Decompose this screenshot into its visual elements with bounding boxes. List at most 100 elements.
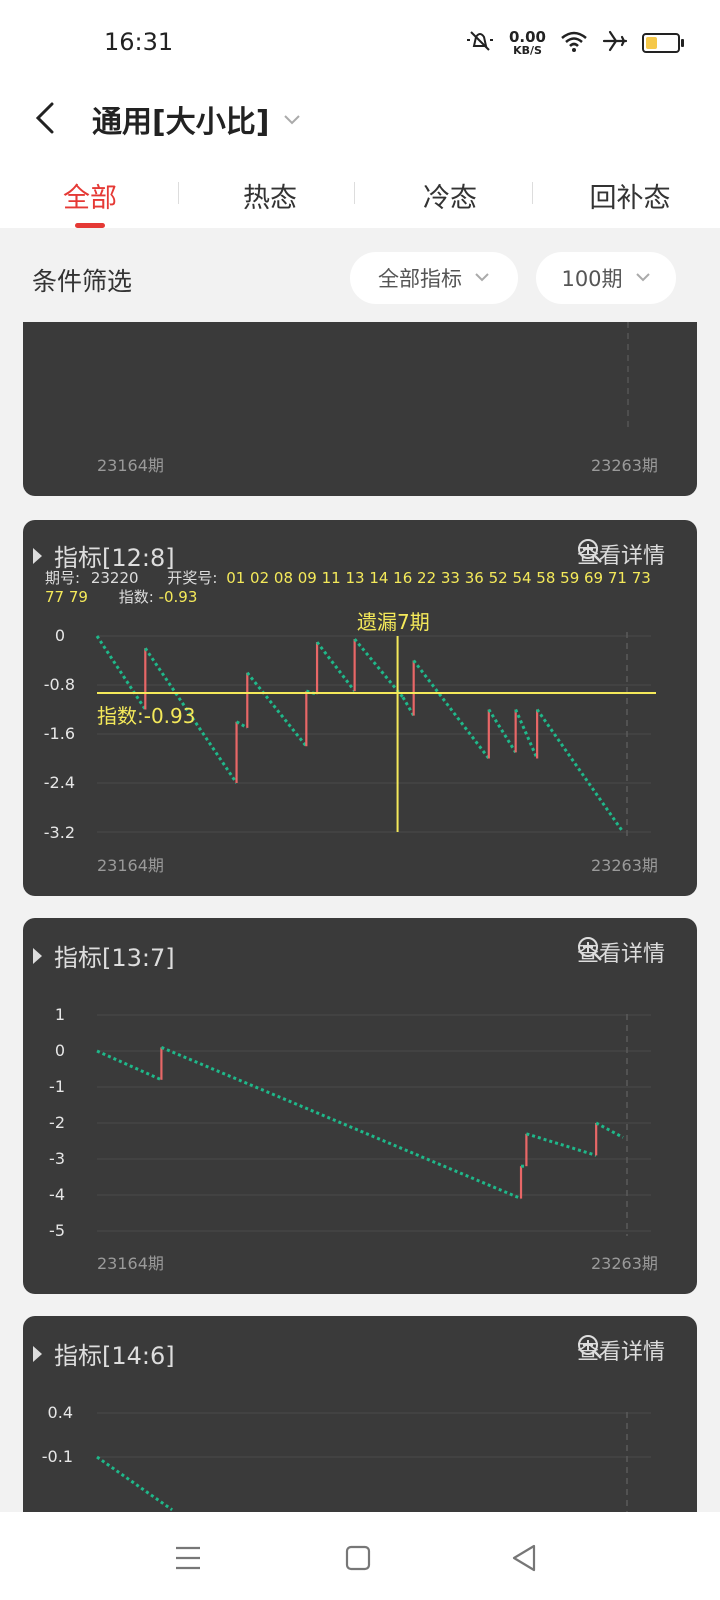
y-tick-label: -4: [49, 1185, 65, 1204]
status-time: 16:31: [104, 28, 174, 56]
net-speed-value: 0.00: [508, 28, 546, 46]
back-nav-button[interactable]: [506, 1540, 542, 1576]
tab-rebound-label: 回补态: [589, 183, 671, 214]
fall-segment: [487, 708, 517, 754]
airplane-icon: [602, 29, 628, 57]
menu-button[interactable]: [170, 1540, 206, 1576]
view-detail-button[interactable]: 查看详情: [577, 936, 673, 968]
view-detail-button[interactable]: 查看详情: [577, 538, 673, 570]
draw-label: 开奖号:: [167, 569, 218, 587]
y-tick-label: -5: [49, 1221, 65, 1240]
card-header[interactable]: 指标[13:7]: [33, 938, 175, 973]
card-title: 指标[14:6]: [54, 1342, 175, 1370]
wifi-icon: [560, 30, 588, 56]
expand-triangle-icon: [33, 1345, 42, 1362]
indicator-select[interactable]: 全部指标: [350, 252, 518, 304]
net-speed: 0.00 KB/S: [508, 28, 546, 57]
system-nav-bar: [0, 1512, 720, 1600]
draw-numbers: 01 02 08 09 11 13 14 16 22 33 36 52 54 5…: [226, 569, 651, 587]
y-tick-label: -2: [49, 1113, 65, 1132]
filter-bar: 条件筛选 全部指标 100期: [0, 240, 720, 320]
tab-all-label: 全部: [63, 183, 117, 214]
expand-triangle-icon: [33, 947, 42, 964]
y-tick-label: -1.6: [43, 724, 75, 743]
y-tick-label: -3.2: [43, 823, 75, 842]
fall-segment: [401, 696, 415, 717]
tab-divider: [354, 182, 355, 204]
y-tick-label: -0.8: [43, 675, 75, 694]
period-label: 期号:: [45, 569, 81, 587]
back-arrow-icon: [35, 102, 54, 134]
back-triangle-icon: [512, 1544, 536, 1572]
y-tick-label: -3: [49, 1149, 65, 1168]
indicator-card-14-6[interactable]: 指标[14:6] 查看详情 0.4 -0.1: [23, 1316, 697, 1512]
x-axis-end-label: 23263期: [591, 1254, 658, 1273]
fall-segment: [235, 720, 249, 730]
fall-segment: [595, 1121, 624, 1139]
info-line-2: 77 79 指数: -0.93: [45, 586, 197, 607]
mute-icon: [465, 28, 495, 58]
battery-fill: [646, 37, 657, 49]
y-tick-label: 0: [54, 1041, 65, 1060]
tab-active-indicator: [75, 223, 105, 228]
tab-hot-label: 热态: [243, 183, 297, 214]
indicator-card-13-7[interactable]: 指标[13:7] 查看详情 1 0 -1 -2 -3 -4 -5 23164期 …: [23, 918, 697, 1294]
status-bar: 16:31 0.00 KB/S: [0, 0, 720, 88]
y-tick-label: -0.1: [41, 1447, 73, 1466]
missing-periods-label: 遗漏7期: [357, 610, 430, 634]
index-value: -0.93: [158, 588, 198, 606]
fall-segment: [535, 708, 625, 833]
tab-bar: 全部 热态 冷态 回补态: [0, 158, 720, 228]
info-line-1: 期号: 23220 开奖号: 01 02 08 09 11 13 14 16 2…: [45, 567, 651, 588]
status-icons: 0.00 KB/S: [465, 28, 684, 58]
net-speed-unit: KB/S: [513, 44, 542, 57]
tab-hot[interactable]: 热态: [180, 158, 360, 228]
index-label: 指数:: [118, 588, 154, 606]
period-select[interactable]: 100期: [536, 252, 676, 304]
home-button[interactable]: [340, 1540, 376, 1576]
period-value: 23220: [90, 569, 139, 587]
tab-rebound[interactable]: 回补态: [540, 158, 720, 228]
tab-divider: [532, 182, 533, 204]
x-axis-end-label: 23263期: [591, 856, 658, 875]
title-dropdown[interactable]: 通用[大小比]: [92, 96, 301, 142]
view-detail-button[interactable]: 查看详情: [577, 1334, 673, 1366]
fall-segment: [412, 659, 491, 760]
x-axis-start-label: 23164期: [97, 856, 164, 875]
tab-cold[interactable]: 冷态: [360, 158, 540, 228]
index-tag: 指数:-0.93: [97, 704, 196, 728]
period-select-value: 100期: [561, 267, 623, 291]
chevron-down-icon: [635, 270, 651, 286]
chevron-down-icon: [474, 270, 490, 286]
x-axis-end-label: 23263期: [591, 456, 658, 475]
fall-segment: [95, 635, 147, 711]
card-header[interactable]: 指标[14:6]: [33, 1336, 175, 1371]
fall-segment: [246, 671, 308, 748]
draw-numbers-cont: 77 79: [45, 588, 88, 606]
tab-divider: [178, 182, 179, 204]
fall-segment: [353, 638, 405, 699]
chevron-down-icon: [283, 107, 301, 131]
back-button[interactable]: [30, 98, 70, 144]
y-tick-label: -1: [49, 1077, 65, 1096]
card-title: 指标[13:7]: [54, 944, 175, 972]
y-tick-label: -2.4: [43, 773, 75, 792]
indicator-card-12-8[interactable]: 指标[12:8] 查看详情 期号: 23220 开奖号: 01 02 08 09…: [23, 520, 697, 896]
battery-icon: [642, 33, 684, 53]
indicator-chart-13-7[interactable]: [23, 918, 697, 1294]
fall-segment: [525, 1132, 597, 1157]
fall-segment: [315, 641, 356, 693]
tab-cold-label: 冷态: [423, 183, 477, 214]
x-axis-start-label: 23164期: [97, 456, 164, 475]
indicator-select-value: 全部指标: [378, 267, 462, 291]
filter-label: 条件筛选: [32, 267, 133, 296]
menu-icon: [176, 1546, 200, 1570]
y-tick-label: 0.4: [47, 1403, 73, 1422]
fall-segment: [96, 1455, 174, 1512]
indicator-card-partial: 23164期 23263期: [23, 322, 697, 496]
x-axis-start-label: 23164期: [97, 1254, 164, 1273]
fall-segment: [96, 1049, 163, 1082]
expand-triangle-icon: [33, 547, 42, 564]
y-tick-label: 1: [54, 1005, 65, 1024]
tab-all[interactable]: 全部: [0, 158, 180, 228]
